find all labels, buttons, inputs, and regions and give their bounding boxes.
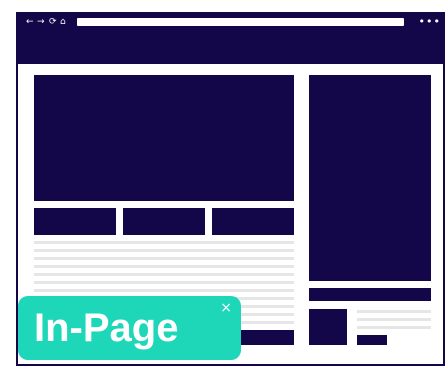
sidebar-button-placeholder xyxy=(357,335,387,345)
more-menu-icon[interactable]: ••• xyxy=(419,15,441,28)
back-arrow-icon[interactable]: ← xyxy=(26,17,34,27)
text-line xyxy=(34,265,294,268)
in-page-badge: In-Page × xyxy=(18,296,241,360)
text-line xyxy=(34,281,294,284)
hero-image-placeholder xyxy=(34,75,294,201)
sidebar-text-line xyxy=(357,310,431,313)
address-bar[interactable] xyxy=(77,18,404,26)
reload-icon[interactable]: ⟳ xyxy=(49,17,57,27)
text-line xyxy=(34,241,294,244)
close-icon[interactable]: × xyxy=(220,301,232,315)
text-line xyxy=(34,257,294,260)
sidebar-heading-bar xyxy=(309,288,431,301)
sidebar-text-line xyxy=(357,318,431,321)
text-line xyxy=(34,289,294,292)
content-tile-1 xyxy=(34,208,116,235)
content-button-placeholder xyxy=(240,330,294,345)
sidebar-ad-placeholder xyxy=(309,75,431,281)
sidebar-text-line xyxy=(357,326,431,329)
content-tile-2 xyxy=(123,208,205,235)
sidebar-thumbnail xyxy=(309,309,347,345)
content-tile-3 xyxy=(212,208,294,235)
badge-label: In-Page xyxy=(34,306,179,350)
browser-toolbar: ← → ⟳ ⌂ ••• xyxy=(18,14,443,64)
text-line xyxy=(34,273,294,276)
home-icon[interactable]: ⌂ xyxy=(60,17,66,27)
forward-arrow-icon[interactable]: → xyxy=(37,17,45,27)
text-line xyxy=(34,249,294,252)
